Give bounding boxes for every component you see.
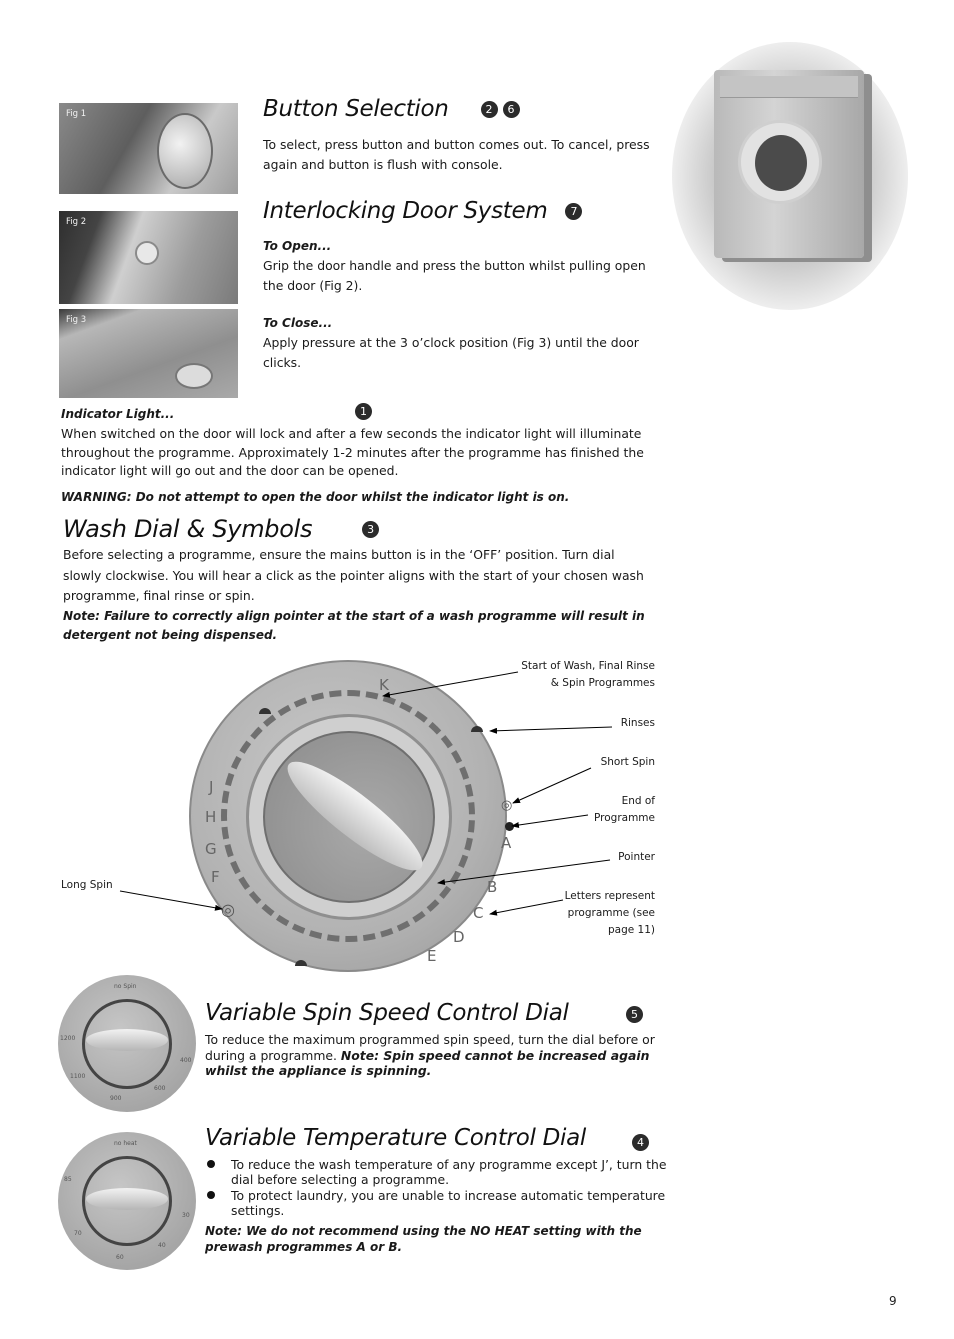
callout-letters: Letters represent programme (see page 11… xyxy=(564,890,655,936)
callout-line-start xyxy=(382,671,519,698)
temp-label-85: 85 xyxy=(64,1176,72,1183)
spin-dial-title: Variable Spin Speed Control Dial xyxy=(205,1000,569,1026)
temp-dial-image: no heat 85 70 60 40 30 xyxy=(58,1132,196,1270)
temp-label-70: 70 xyxy=(74,1230,82,1237)
spin-dial-grip[interactable] xyxy=(86,1029,168,1051)
callout-pointer: Pointer xyxy=(618,851,655,863)
spin-dial-section: Variable Spin Speed Control Dial 5 To re… xyxy=(205,1000,667,1079)
callout-end: End of Programme xyxy=(594,795,655,824)
temp-dial-section: Variable Temperature Control Dial 4 To r… xyxy=(205,1125,675,1255)
temp-bullet-text: To reduce the wash temperature of any pr… xyxy=(231,1157,667,1187)
spin-label-400: 400 xyxy=(180,1057,192,1064)
temp-bullet-text: To protect laundry, you are unable to in… xyxy=(231,1188,666,1218)
badge-4: 4 xyxy=(632,1134,649,1151)
callout-line-end xyxy=(511,814,589,828)
callout-rinses: Rinses xyxy=(620,717,655,729)
spin-label-900: 900 xyxy=(110,1095,122,1102)
temp-bullet-item: To protect laundry, you are unable to in… xyxy=(205,1188,675,1218)
bullet-icon xyxy=(207,1160,215,1168)
callout-line-short-spin xyxy=(512,767,592,804)
spin-label-nospin: no Spin xyxy=(114,983,137,990)
temp-dial-bullets: To reduce the wash temperature of any pr… xyxy=(205,1157,675,1218)
spin-label-1100: 1100 xyxy=(70,1073,86,1080)
bullet-icon xyxy=(207,1191,215,1199)
temp-bullet-item: To reduce the wash temperature of any pr… xyxy=(205,1157,675,1187)
callout-line-letters xyxy=(489,899,564,916)
callout-start: Start of Wash, Final Rinse & Spin Progra… xyxy=(521,660,655,689)
temp-label-noheat: no heat xyxy=(114,1140,137,1147)
spin-dial-image: no Spin 1200 1100 900 600 400 xyxy=(58,975,196,1112)
spin-dial-text: To reduce the maximum programmed spin sp… xyxy=(205,1032,665,1079)
badge-5: 5 xyxy=(626,1006,643,1023)
spin-label-600: 600 xyxy=(154,1085,166,1092)
callout-short-spin: Short Spin xyxy=(600,756,655,768)
temp-dial-title: Variable Temperature Control Dial xyxy=(205,1125,586,1151)
callout-long-spin: Long Spin xyxy=(61,879,113,891)
temp-label-30: 30 xyxy=(182,1212,190,1219)
temp-label-40: 40 xyxy=(158,1242,166,1249)
page-number: 9 xyxy=(889,1294,897,1308)
temp-label-60: 60 xyxy=(116,1254,124,1261)
temp-dial-note: Note: We do not recommend using the NO H… xyxy=(205,1224,642,1254)
spin-label-1200: 1200 xyxy=(60,1035,76,1042)
temp-dial-grip[interactable] xyxy=(86,1188,168,1210)
